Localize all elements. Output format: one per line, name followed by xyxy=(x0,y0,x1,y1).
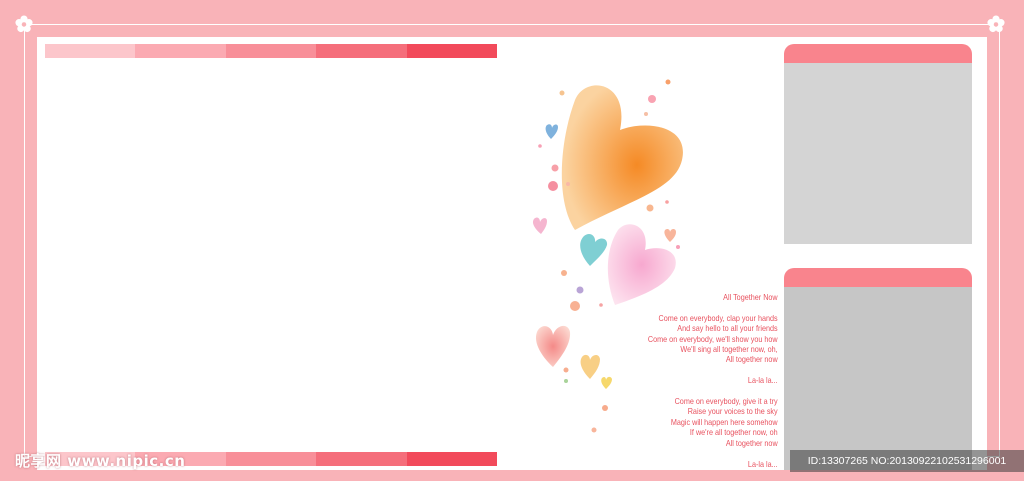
lyrics-title: All Together Now xyxy=(723,292,778,302)
photo-placeholder xyxy=(784,63,972,244)
bar-segment xyxy=(316,452,407,466)
heart-icon xyxy=(532,217,547,234)
lyrics-block: All Together Now Come on everybody, clap… xyxy=(648,292,778,469)
image-id-watermark: ID:13307265 NO:20130922102531296001 xyxy=(790,450,1024,472)
lyrics-line: And say hello to all your friends xyxy=(677,323,778,334)
photo-frame-header xyxy=(784,268,972,287)
top-color-bar xyxy=(45,44,498,58)
lyrics-line: All together now xyxy=(726,437,778,448)
heart-icon xyxy=(561,85,683,230)
lyrics-line: Raise your voices to the sky xyxy=(688,406,778,417)
photo-frame-header xyxy=(784,44,972,63)
heart-icon xyxy=(601,376,612,389)
heart-icon xyxy=(580,233,608,266)
lyrics-refrain: La-la la... xyxy=(748,458,778,469)
bar-segment xyxy=(135,44,226,58)
flower-icon xyxy=(15,15,33,33)
lyrics-refrain: La-la la... xyxy=(748,375,778,386)
photo-frame-bottom xyxy=(784,268,972,470)
photo-placeholder xyxy=(784,287,972,470)
photo-frame-top xyxy=(784,44,972,244)
flower-icon xyxy=(987,15,1005,33)
lyrics-line: All together now xyxy=(726,354,778,365)
heart-icon xyxy=(580,354,600,379)
lyrics-line: Come on everybody, clap your hands xyxy=(658,312,778,323)
heart-icon xyxy=(535,325,571,367)
heart-icon xyxy=(545,124,558,139)
lyrics-line: Magic will happen here somehow xyxy=(671,416,778,427)
lyrics-line: If we're all together now, oh xyxy=(690,427,778,438)
lyrics-line: Come on everybody, give it a try xyxy=(674,396,778,407)
bar-segment xyxy=(225,44,317,58)
site-watermark: 昵享网 www.nipic.cn xyxy=(15,452,186,470)
heart-icon xyxy=(664,228,676,242)
bar-segment xyxy=(406,44,498,58)
lyrics-line: Come on everybody, we'll show you how xyxy=(648,333,778,344)
lyrics-line: We'll sing all together now, oh, xyxy=(680,344,778,355)
bar-segment xyxy=(45,44,136,58)
bar-segment xyxy=(225,452,317,466)
bar-segment xyxy=(316,44,407,58)
bar-segment xyxy=(406,452,498,466)
